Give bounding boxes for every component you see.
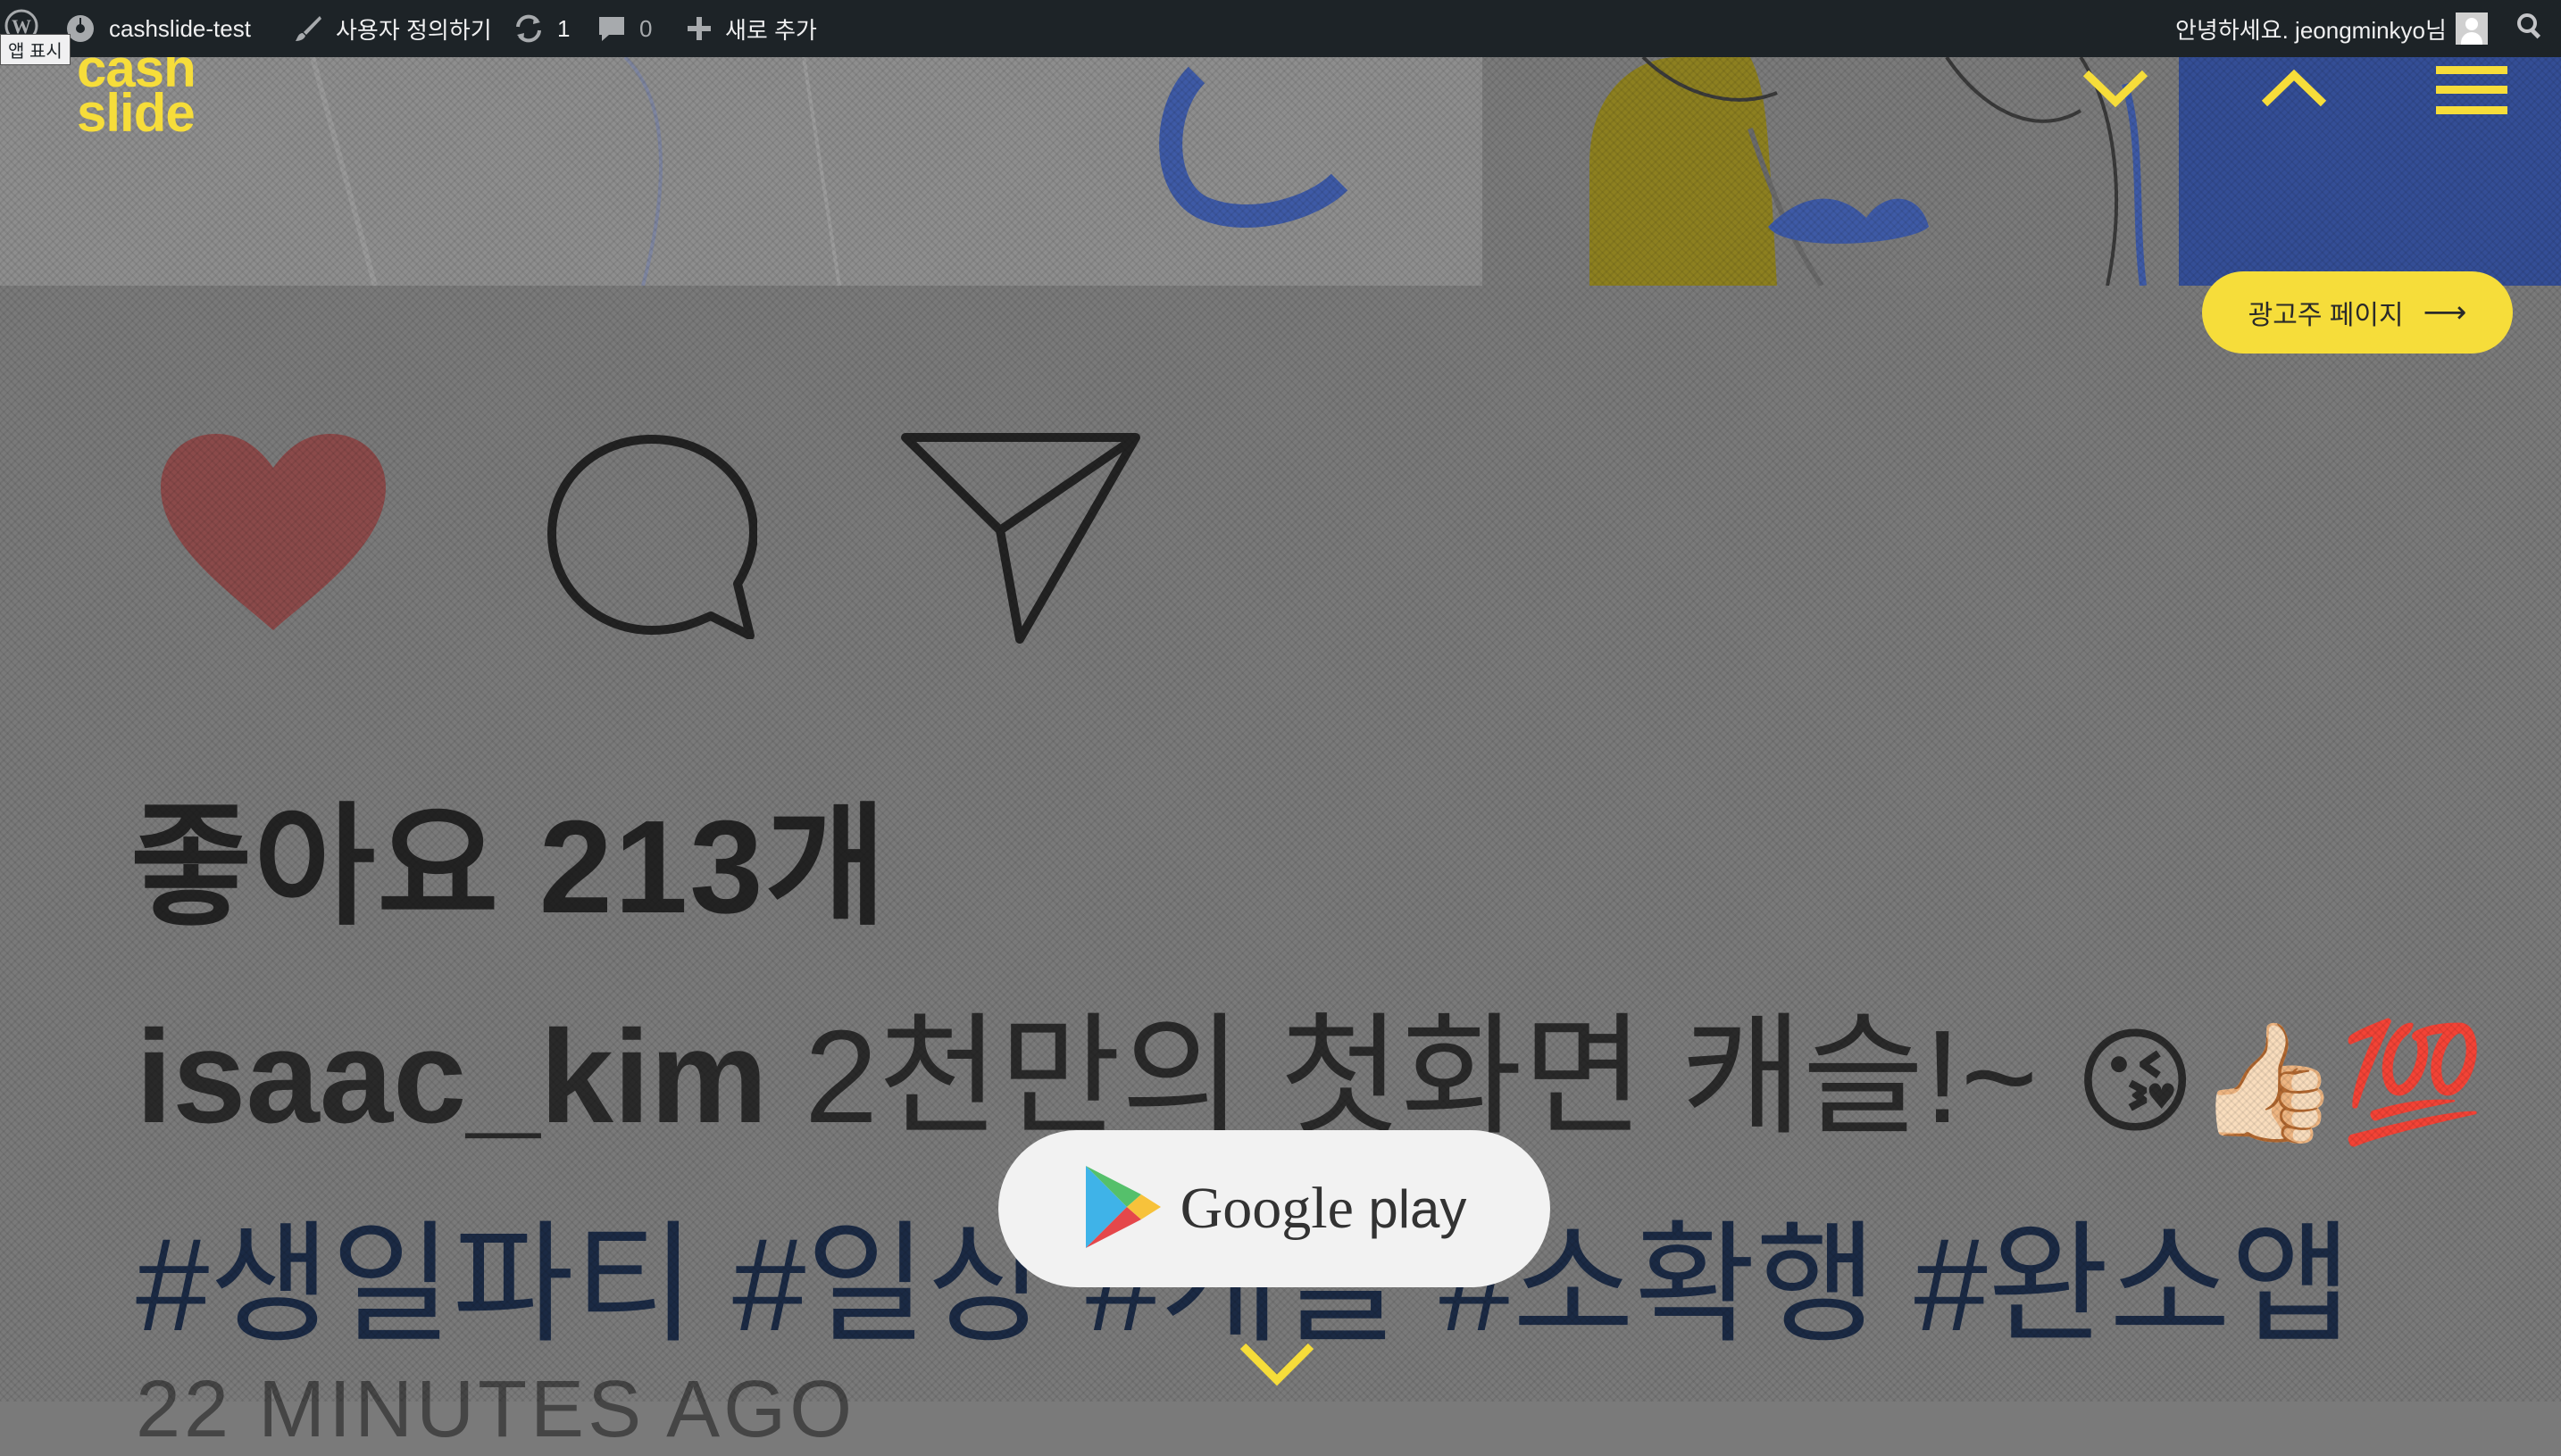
comment-bubble-icon[interactable]	[546, 432, 758, 644]
caption-emojis: 😘👍🏻💯	[2074, 1017, 2485, 1147]
scroll-up-button[interactable]	[2261, 68, 2327, 113]
menu-icon	[2436, 66, 2507, 121]
update-icon	[513, 12, 545, 45]
chevron-up-icon	[2261, 69, 2327, 112]
chevron-down-icon	[2082, 70, 2148, 112]
comments-count: 0	[639, 14, 653, 42]
cashslide-logo[interactable]: cash slide	[77, 42, 196, 143]
arrow-right-icon: ⟶	[2423, 295, 2467, 329]
heart-icon[interactable]	[157, 432, 389, 638]
updates-link[interactable]: 1	[513, 0, 570, 57]
search-icon	[2515, 11, 2545, 47]
advertiser-page-button[interactable]: 광고주 페이지 ⟶	[2202, 271, 2513, 354]
hero-illustration	[0, 57, 2561, 286]
menu-button[interactable]	[2436, 62, 2507, 122]
greeting-text: 안녕하세요. jeongminkyo님	[2175, 16, 2447, 44]
site-name-label: cashslide-test	[109, 14, 251, 42]
google-label: Google	[1180, 1176, 1354, 1241]
updates-count: 1	[557, 14, 571, 42]
google-play-label: Google play	[1180, 1175, 1467, 1243]
plus-icon	[686, 15, 713, 42]
admin-search-button[interactable]	[2515, 0, 2545, 57]
likes-count: 좋아요 213개	[130, 794, 888, 941]
my-account-menu[interactable]: 안녕하세요. jeongminkyo님	[2175, 0, 2488, 57]
scroll-down-bottom-button[interactable]	[1238, 1341, 1316, 1392]
avatar	[2455, 12, 2488, 45]
google-play-icon	[1082, 1162, 1164, 1256]
site-name-menu[interactable]: cashslide-test	[64, 0, 251, 57]
comments-link[interactable]: 0	[596, 0, 652, 57]
comment-icon	[596, 13, 627, 44]
scroll-down-button[interactable]	[2082, 68, 2148, 113]
chevron-down-icon	[1238, 1343, 1316, 1391]
google-play-button[interactable]: Google play	[998, 1130, 1550, 1287]
new-content-label: 새로 추가	[725, 16, 817, 44]
caption-text: 2천만의 첫화면 캐슬!~	[767, 1003, 2075, 1151]
customize-link[interactable]: 사용자 정의하기	[293, 0, 492, 57]
brush-icon	[293, 13, 323, 44]
play-label: play	[1368, 1179, 1467, 1239]
post-username[interactable]: isaac_kim	[136, 1003, 768, 1151]
new-content-link[interactable]: 새로 추가	[686, 0, 817, 57]
logo-line2: slide	[77, 83, 196, 143]
send-icon[interactable]	[900, 432, 1141, 651]
screen-tag: 앱 표시	[0, 34, 71, 65]
wp-admin-bar: W cashslide-test 사용자 정의하기 1 0 새로 추가 안녕하세…	[0, 0, 2561, 57]
post-time-ago: 22 MINUTES AGO	[136, 1365, 856, 1454]
advertiser-page-label: 광고주 페이지	[2248, 301, 2404, 330]
customize-label: 사용자 정의하기	[336, 16, 492, 44]
